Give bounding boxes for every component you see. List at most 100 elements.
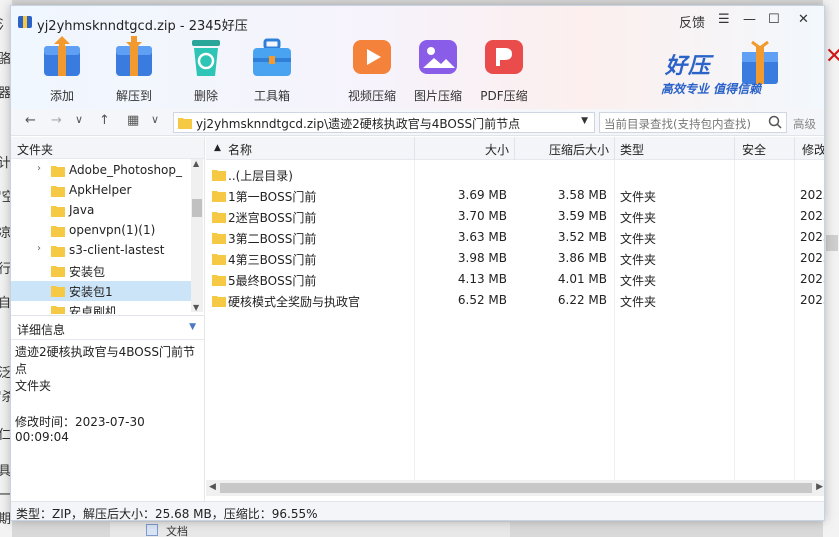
file-row[interactable]: 4第三BOSS门前 3.98 MB 3.86 MB 文件夹 2023-	[206, 248, 824, 269]
file-modified: 2023-	[800, 251, 824, 265]
scroll-left-icon[interactable]: ◀	[209, 482, 216, 492]
file-row[interactable]: 5最终BOSS门前 4.13 MB 4.01 MB 文件夹 2023-	[206, 269, 824, 290]
file-size: 3.69 MB	[457, 188, 507, 202]
column-modified[interactable]: 修改时	[802, 141, 824, 158]
column-size[interactable]: 大小	[415, 141, 509, 158]
delete-label: 删除	[193, 89, 218, 103]
tree-item[interactable]: Java	[11, 201, 191, 221]
add-label: 添加	[49, 89, 74, 103]
file-list-scrollbar[interactable]: ◀ ▶	[206, 480, 824, 496]
back-button[interactable]: ←	[25, 113, 36, 128]
view-mode-button[interactable]: ▦	[127, 113, 139, 128]
tree-item-label: 安卓刷机	[69, 305, 118, 314]
advanced-search-button[interactable]: 高级	[793, 116, 816, 132]
pdf-compress-button[interactable]: PDF压缩	[471, 36, 537, 104]
details-header[interactable]: 详细信息 ▼	[11, 316, 204, 340]
expand-icon[interactable]: ›	[37, 243, 41, 254]
folder-icon	[51, 286, 65, 297]
minimize-button[interactable]: —	[743, 12, 756, 27]
tree-item-label: ApkHelper	[69, 183, 132, 197]
image-compress-button[interactable]: 图片压缩	[405, 36, 471, 104]
column-compressed-size[interactable]: 压缩后大小	[515, 141, 609, 158]
collapse-icon[interactable]: ▼	[189, 322, 196, 332]
folder-icon	[212, 296, 226, 307]
maximize-button[interactable]: ☐	[768, 12, 780, 27]
app-logo-icon	[18, 16, 32, 28]
column-type[interactable]: 类型	[620, 141, 644, 158]
folder-icon	[51, 226, 65, 237]
file-compressed-size: 6.22 MB	[557, 293, 607, 307]
pdf-icon	[485, 40, 523, 74]
header: yj2yhmsknndtgcd.zip - 2345好压 反馈 ☰ — ☐ ✕ …	[11, 6, 824, 109]
file-row[interactable]: 2迷宫BOSS门前 3.70 MB 3.59 MB 文件夹 2023-	[206, 206, 824, 227]
delete-button[interactable]: 删除	[173, 36, 239, 104]
recycle-bin-icon	[192, 40, 220, 76]
search-input[interactable]: 当前目录查找(支持包内查找)	[599, 112, 787, 133]
up-button[interactable]: ↑	[99, 113, 110, 128]
column-name[interactable]: 名称	[228, 141, 252, 158]
menu-button[interactable]: ☰	[718, 12, 730, 27]
image-icon	[419, 40, 457, 74]
view-mode-dropdown[interactable]: ∨	[151, 113, 159, 126]
scroll-thumb[interactable]	[192, 199, 202, 217]
file-size: 3.63 MB	[457, 230, 507, 244]
expand-icon[interactable]: ›	[37, 163, 41, 174]
tree-item[interactable]: 安卓刷机	[11, 301, 191, 314]
background-desktop-right: ✕	[823, 0, 839, 537]
file-row[interactable]: 1第一BOSS门前 3.69 MB 3.58 MB 文件夹 2023-	[206, 185, 824, 206]
file-name: 硬核模式全奖励与执政官	[228, 295, 361, 309]
haozip-window: yj2yhmsknndtgcd.zip - 2345好压 反馈 ☰ — ☐ ✕ …	[10, 5, 825, 521]
folder-icon	[51, 266, 65, 277]
file-size: 3.98 MB	[457, 251, 507, 265]
toolbox-button[interactable]: 工具箱	[239, 36, 305, 104]
file-size: 3.70 MB	[457, 209, 507, 223]
scroll-right-icon[interactable]: ▶	[816, 482, 823, 492]
file-name: 2迷宫BOSS门前	[228, 211, 317, 225]
file-compressed-size: 4.01 MB	[557, 272, 607, 286]
tree-item[interactable]: 安装包	[11, 261, 191, 281]
folder-icon	[212, 191, 226, 202]
file-list-header: ▲ 名称 大小 压缩后大小 类型 安全 修改时	[206, 137, 824, 160]
tree-item[interactable]: › Adobe_Photoshop_	[11, 161, 191, 181]
folder-icon	[212, 254, 226, 265]
file-row[interactable]: 3第二BOSS门前 3.63 MB 3.52 MB 文件夹 2023-	[206, 227, 824, 248]
file-row-parent[interactable]: ..(上层目录)	[206, 164, 824, 185]
file-row[interactable]: 硬核模式全奖励与执政官 6.52 MB 6.22 MB 文件夹 2023-	[206, 290, 824, 311]
column-security[interactable]: 安全	[742, 141, 766, 158]
file-size: 6.52 MB	[457, 293, 507, 307]
add-icon	[44, 36, 80, 76]
tree-item-label: Java	[69, 203, 95, 217]
tree-item[interactable]: › s3-client-lastest	[11, 241, 191, 261]
extract-to-button[interactable]: 解压到	[101, 36, 167, 104]
search-icon[interactable]	[768, 115, 782, 129]
search-placeholder: 当前目录查找(支持包内查找)	[604, 117, 751, 131]
file-type: 文件夹	[620, 295, 657, 309]
folder-icon	[212, 212, 226, 223]
scroll-thumb[interactable]	[220, 483, 812, 493]
tree-item-selected[interactable]: 安装包1	[11, 281, 191, 301]
file-name: 3第二BOSS门前	[228, 232, 317, 246]
tree-item[interactable]: openvpn(1)(1)	[11, 221, 191, 241]
add-button[interactable]: 添加	[29, 36, 95, 104]
details-type: 文件夹	[15, 379, 52, 393]
extract-to-label: 解压到	[115, 89, 152, 103]
file-modified: 2023-	[800, 293, 824, 307]
scroll-down-icon[interactable]: ▼	[193, 303, 199, 312]
feedback-link[interactable]: 反馈	[679, 12, 705, 31]
document-icon	[146, 524, 158, 536]
tree-item-label: Adobe_Photoshop_	[69, 163, 183, 177]
tree-item[interactable]: ApkHelper	[11, 181, 191, 201]
sort-up-icon: ▲	[214, 143, 221, 153]
path-bar[interactable]: yj2yhmsknndtgcd.zip\遗迹2硬核执政官与4BOSS门前节点 ▼	[173, 112, 595, 133]
file-compressed-size: 3.59 MB	[557, 209, 607, 223]
video-compress-button[interactable]: 视频压缩	[339, 36, 405, 104]
file-type: 文件夹	[620, 190, 657, 204]
path-text: yj2yhmsknndtgcd.zip\遗迹2硬核执政官与4BOSS门前节点	[196, 117, 521, 131]
close-button[interactable]: ✕	[798, 12, 809, 27]
path-dropdown-icon[interactable]: ▼	[581, 116, 588, 126]
tree-scrollbar[interactable]: ▲ ▼	[191, 159, 203, 312]
forward-button[interactable]: →	[51, 113, 62, 128]
file-modified: 2023-	[800, 272, 824, 286]
history-dropdown[interactable]: ∨	[75, 113, 83, 126]
scroll-up-icon[interactable]: ▲	[193, 159, 199, 168]
